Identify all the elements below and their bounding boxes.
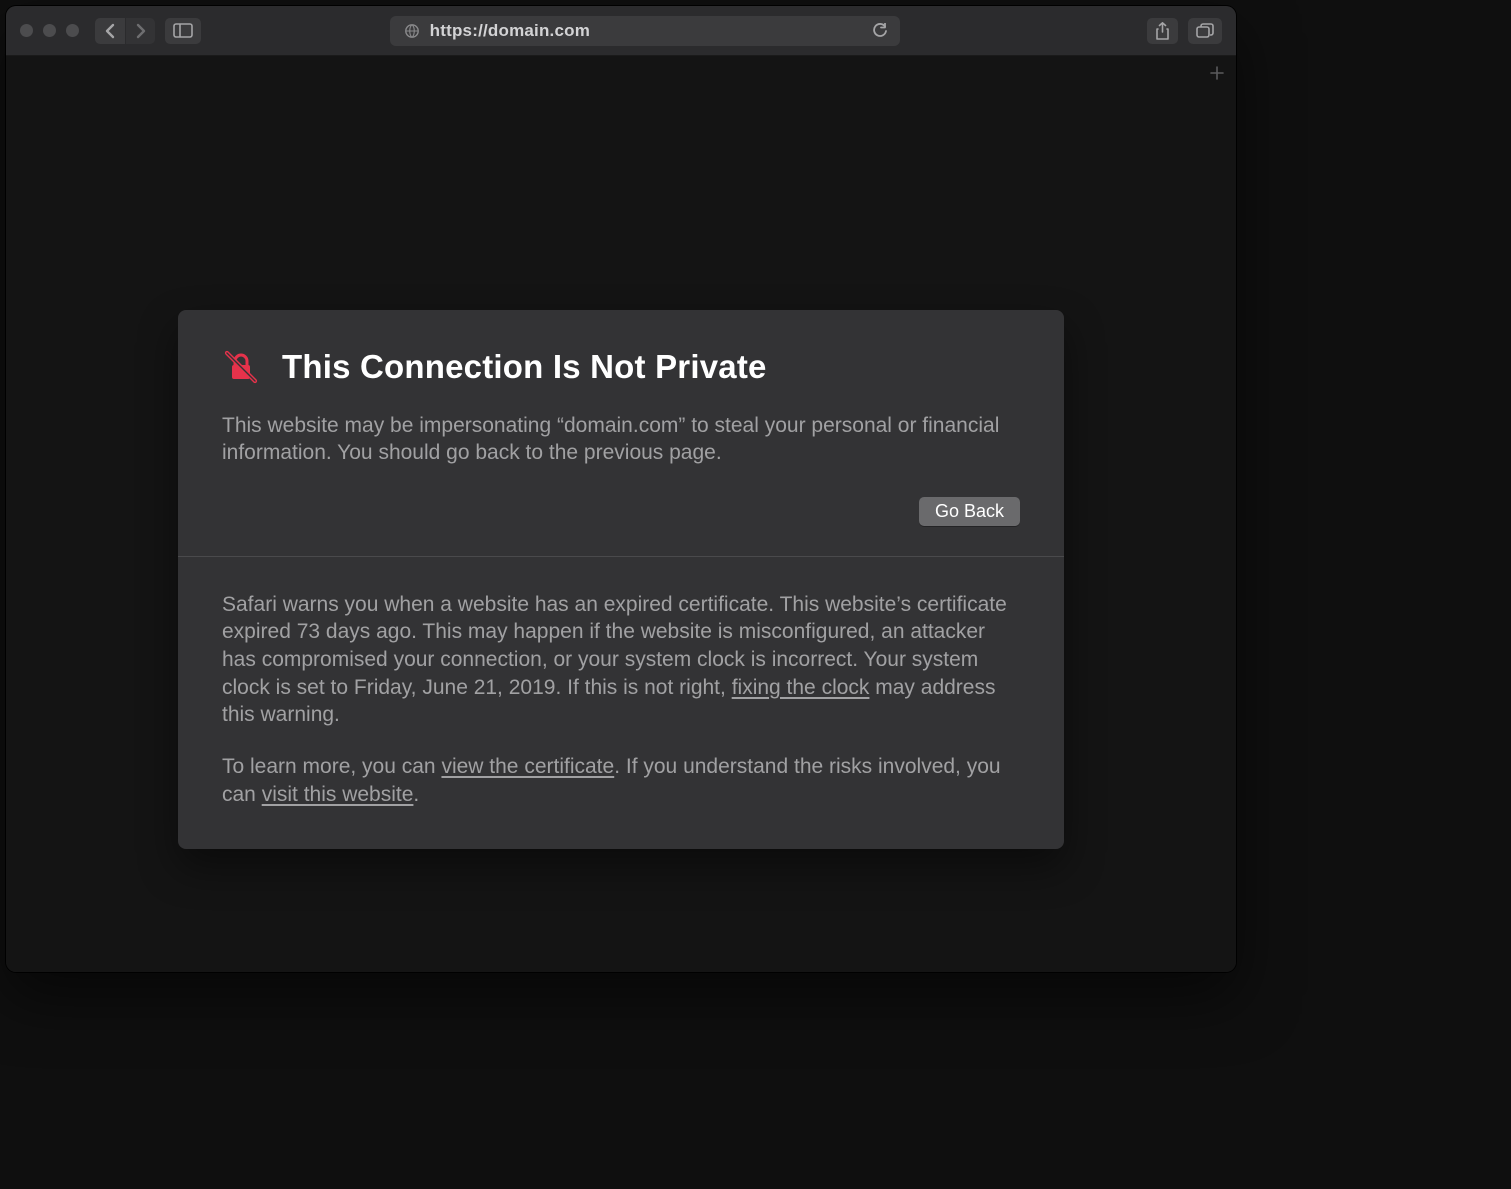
window-controls	[20, 24, 79, 37]
address-bar[interactable]: https://domain.com	[390, 16, 900, 46]
address-url: https://domain.com	[430, 21, 860, 41]
minimize-window-button[interactable]	[43, 24, 56, 37]
toolbar: https://domain.com	[6, 6, 1236, 56]
toolbar-right	[1147, 18, 1222, 44]
go-back-button[interactable]: Go Back	[919, 497, 1020, 526]
forward-button[interactable]	[125, 18, 155, 44]
share-button[interactable]	[1147, 18, 1178, 44]
browser-window: https://domain.com	[6, 6, 1236, 972]
chevron-left-icon	[105, 23, 115, 39]
sidebar-icon	[173, 23, 193, 38]
new-tab-button[interactable]	[1206, 62, 1228, 84]
learn-text-pre: To learn more, you can	[222, 755, 441, 778]
tabs-button[interactable]	[1188, 18, 1222, 44]
learn-text-post: .	[413, 783, 419, 806]
reload-icon	[872, 23, 888, 39]
share-icon	[1155, 22, 1170, 40]
back-button[interactable]	[95, 18, 125, 44]
warning-title: This Connection Is Not Private	[282, 348, 767, 386]
sidebar-button[interactable]	[165, 18, 201, 44]
warning-card: This Connection Is Not Private This webs…	[178, 310, 1064, 849]
tabs-icon	[1196, 23, 1214, 38]
reload-button[interactable]	[872, 23, 888, 39]
close-window-button[interactable]	[20, 24, 33, 37]
site-insecure-icon	[404, 23, 420, 39]
zoom-window-button[interactable]	[66, 24, 79, 37]
chevron-right-icon	[136, 23, 146, 39]
plus-icon	[1210, 66, 1224, 80]
viewport: This Connection Is Not Private This webs…	[6, 56, 1236, 972]
visit-website-link[interactable]: visit this website	[262, 783, 414, 806]
fix-clock-link[interactable]: fixing the clock	[732, 676, 870, 699]
insecure-lock-icon	[222, 348, 260, 386]
warning-details: Safari warns you when a website has an e…	[178, 557, 1064, 849]
view-certificate-link[interactable]: view the certificate	[441, 755, 614, 778]
nav-back-forward	[95, 18, 155, 44]
warning-summary: This website may be impersonating “domai…	[222, 412, 1020, 467]
